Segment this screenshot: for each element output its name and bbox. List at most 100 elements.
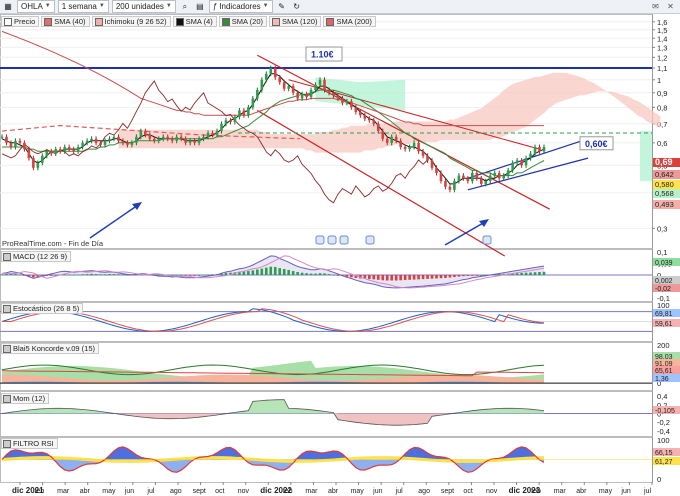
candle-body xyxy=(515,160,519,163)
candle-body xyxy=(36,162,40,168)
candle-body xyxy=(296,92,299,99)
macd-histogram-bar xyxy=(99,274,102,276)
candle-body xyxy=(291,86,295,93)
candle-body xyxy=(32,158,35,168)
candle xyxy=(14,138,17,150)
legend-swatch xyxy=(221,17,230,26)
candle-body xyxy=(309,90,313,97)
chart-canvas[interactable]: 1,61,51,41,31,21,110,90,80,70,60,50,40,3… xyxy=(0,0,680,496)
panel-label-stoch[interactable]: Estocástico (26 8 5) xyxy=(1,303,84,314)
x-tick-label: nov xyxy=(238,488,250,495)
panel-label-text: Estocástico (26 8 5) xyxy=(13,304,80,313)
macd-histogram-bar xyxy=(479,275,483,276)
y-tick-label: 1,4 xyxy=(657,34,667,43)
candle-body xyxy=(273,68,277,78)
y-tick-label: 1 xyxy=(657,76,661,85)
legend-item-sma200[interactable]: SMA (200) xyxy=(323,16,376,27)
legend-item-sma40[interactable]: SMA (40) xyxy=(41,16,90,27)
arrow-head xyxy=(479,219,489,227)
candle-body xyxy=(27,149,31,159)
panel-label-rsi[interactable]: FILTRO RSI xyxy=(1,438,58,449)
candle xyxy=(444,178,447,190)
macd-histogram-bar xyxy=(90,273,93,275)
candle-body xyxy=(251,98,255,108)
x-tick-label: ago xyxy=(418,488,430,495)
candle xyxy=(466,175,470,184)
x-tick-label: sept xyxy=(441,488,454,495)
channel-label: 0,60€ xyxy=(585,139,608,149)
panel-label-text: Mom (12) xyxy=(13,394,46,403)
candle-body xyxy=(229,120,232,123)
macd-histogram-bar xyxy=(435,275,438,279)
y-tick-label: 0,8 xyxy=(657,103,667,112)
candle xyxy=(9,140,13,150)
legend-swatch xyxy=(94,17,103,26)
macd-histogram-bar xyxy=(453,275,456,278)
event-marker-icon xyxy=(327,235,337,245)
legend-item-sma120[interactable]: SMA (120) xyxy=(269,16,322,27)
candle-body xyxy=(103,140,107,145)
candle-body xyxy=(94,138,98,143)
candle-body xyxy=(332,92,335,96)
candle-body xyxy=(58,149,62,152)
macd-histogram-bar xyxy=(5,274,8,275)
x-tick-label: mar xyxy=(554,488,567,495)
legend-item-sma20[interactable]: SMA (20) xyxy=(218,16,268,27)
price-tag-label: 0,642 xyxy=(655,170,674,179)
macd-histogram-bar xyxy=(471,275,474,276)
x-tick-label: jul xyxy=(395,488,403,495)
legend-label: SMA (20) xyxy=(231,17,264,26)
panel-label-koncorde[interactable]: Blai5 Koncorde v.09 (15) xyxy=(1,343,99,354)
candle-body xyxy=(524,158,528,166)
candle-body xyxy=(439,172,443,182)
candle-body xyxy=(394,136,398,141)
legend-item-price[interactable]: Precio xyxy=(1,16,40,27)
legend-item-ichimoku[interactable]: Ichimoku (9 26 52) xyxy=(91,16,171,27)
macd-histogram-bar xyxy=(336,275,340,276)
candle-body xyxy=(502,175,505,179)
macd-histogram-bar xyxy=(390,275,394,281)
candle-body xyxy=(314,84,317,91)
macd-histogram-bar xyxy=(287,269,290,275)
candle xyxy=(32,155,35,171)
candle-body xyxy=(390,136,394,143)
candle-body xyxy=(135,136,138,143)
y-tick-label: 0,4 xyxy=(657,392,667,401)
candle xyxy=(520,158,523,168)
candle-body xyxy=(14,140,17,148)
candle-body xyxy=(256,90,259,99)
candle xyxy=(264,71,268,83)
macd-histogram-bar xyxy=(462,275,465,277)
candle-body xyxy=(533,147,537,154)
x-tick-label: jun xyxy=(620,488,630,495)
candle-body xyxy=(466,178,470,182)
candle-body xyxy=(385,138,389,143)
macd-histogram-bar xyxy=(247,271,250,275)
x-tick-label: feb xyxy=(35,488,45,495)
macd-histogram-bar xyxy=(327,274,331,275)
legend-item-sma4[interactable]: SMA (4) xyxy=(172,16,217,27)
macd-histogram-bar xyxy=(444,275,447,278)
candle-body xyxy=(408,147,411,150)
candle-body xyxy=(287,86,290,89)
candle-body xyxy=(520,160,523,166)
macd-histogram-bar xyxy=(309,273,313,275)
macd-histogram-bar xyxy=(305,273,308,275)
panel-label-macd[interactable]: MACD (12 26 9) xyxy=(1,251,72,262)
macd-histogram-bar xyxy=(256,269,259,275)
ichimoku-cloud-bullish xyxy=(640,131,652,182)
candle xyxy=(453,178,456,193)
macd-histogram-bar xyxy=(421,275,425,280)
candle-body xyxy=(323,79,326,91)
candle-body xyxy=(457,175,461,182)
candle-body xyxy=(399,140,402,148)
candle xyxy=(67,144,71,152)
price-tag-label: 0,69 xyxy=(655,157,673,167)
candle-body xyxy=(206,132,210,137)
candle xyxy=(488,173,492,184)
price-legend: Precio SMA (40) Ichimoku (9 26 52) SMA (… xyxy=(1,16,376,27)
x-tick-label: jul xyxy=(146,488,154,495)
panel-label-mom[interactable]: Mom (12) xyxy=(1,393,50,404)
indicator-tag-label: 1,36 xyxy=(655,376,669,383)
panel-label-text: Blai5 Koncorde v.09 (15) xyxy=(13,344,95,353)
